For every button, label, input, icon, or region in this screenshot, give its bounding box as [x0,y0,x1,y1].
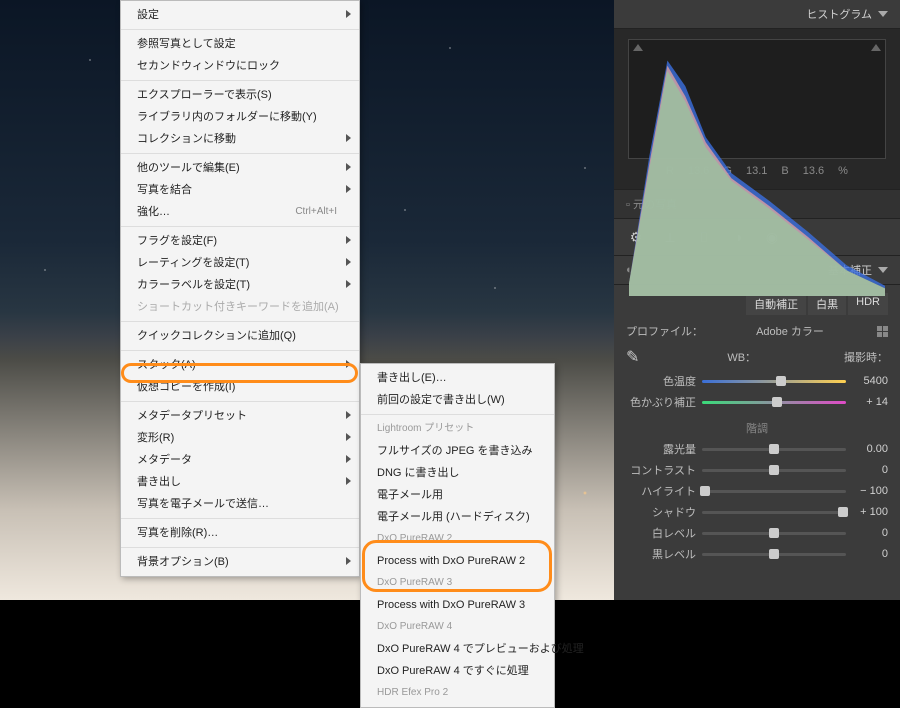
menu-item[interactable]: 写真を結合 [121,179,359,201]
menu-item: DxO PureRAW 2 [361,528,554,550]
histogram-title: ヒストグラム [806,6,872,22]
develop-panel: ヒストグラム R13.6 G13.1 B13.6% ▫ 元の写真 ⚙ ⟂ ⌷ ◑… [614,0,900,600]
menu-item[interactable]: フラグを設定(F) [121,230,359,252]
blacks-label: 黒レベル [626,546,696,562]
menu-item[interactable]: カラーラベルを設定(T) [121,274,359,296]
exposure-slider[interactable] [702,442,846,456]
blacks-value[interactable]: 0 [852,548,888,560]
menu-item[interactable]: 書き出し [121,471,359,493]
menu-item[interactable]: レーティングを設定(T) [121,252,359,274]
menu-item[interactable]: 参照写真として設定 [121,33,359,55]
shadows-value[interactable]: + 100 [852,506,888,518]
shadows-slider[interactable] [702,505,846,519]
tint-slider[interactable] [702,395,846,409]
highlights-slider[interactable] [702,484,846,498]
menu-item[interactable]: メタデータ [121,449,359,471]
blacks-slider[interactable] [702,547,846,561]
menu-item[interactable]: フルサイズの JPEG を書き込み [361,440,554,462]
histogram-section: R13.6 G13.1 B13.6% [614,29,900,189]
eyedropper-icon[interactable]: ✎ [626,347,639,367]
menu-item[interactable]: 写真を電子メールで送信… [121,493,359,515]
export-submenu: 書き出し(E)…前回の設定で書き出し(W) Lightroom プリセットフルサイ… [360,363,555,708]
menu-item[interactable]: エクスプローラーで表示(S) [121,84,359,106]
menu-item[interactable]: DxO PureRAW 4 ですぐに処理 [361,660,554,682]
context-menu: 設定参照写真として設定セカンドウィンドウにロックエクスプローラーで表示(S)ライ… [120,0,360,577]
whites-label: 白レベル [626,525,696,541]
menu-item[interactable]: 他のツールで編集(E) [121,157,359,179]
highlights-value[interactable]: − 100 [852,485,888,497]
whites-value[interactable]: 0 [852,527,888,539]
menu-item: ショートカット付きキーワードを追加(A) [121,296,359,318]
exposure-label: 露光量 [626,441,696,457]
menu-item[interactable]: 変形(R) [121,427,359,449]
menu-item[interactable]: メタデータプリセット [121,405,359,427]
menu-item[interactable]: スタック(A) [121,354,359,376]
bw-button[interactable]: 白黒 [808,293,846,315]
profile-browser-icon[interactable] [877,326,888,337]
whites-slider[interactable] [702,526,846,540]
auto-button[interactable]: 自動補正 [746,293,806,315]
menu-item[interactable]: コレクションに移動 [121,128,359,150]
menu-item[interactable]: 書き出し(E)… [361,367,554,389]
menu-item[interactable]: Process with DxO PureRAW 3 [361,594,554,616]
contrast-slider[interactable] [702,463,846,477]
shadows-label: シャドウ [626,504,696,520]
menu-item[interactable]: DxO PureRAW 4 でプレビューおよび処理 [361,638,554,660]
menu-item[interactable]: 背景オプション(B) [121,551,359,573]
menu-item[interactable]: ライブラリ内のフォルダーに移動(Y) [121,106,359,128]
contrast-label: コントラスト [626,462,696,478]
basic-panel: 自動補正 白黒 HDR プロファイル： Adobe カラー ✎ WB： 撮影時：… [614,285,900,600]
temp-value[interactable]: 5400 [852,375,888,387]
menu-item[interactable]: クイックコレクションに追加(Q) [121,325,359,347]
menu-item: HDR Efex Pro 2 [361,682,554,704]
menu-item[interactable]: 電子メール用 (ハードディスク) [361,506,554,528]
temp-slider[interactable] [702,374,846,388]
tint-value[interactable]: + 14 [852,396,888,408]
wb-label: WB： [727,349,756,365]
tone-header: 階調 [626,420,888,436]
highlights-label: ハイライト [626,483,696,499]
menu-item[interactable]: 前回の設定で書き出し(W) [361,389,554,411]
menu-item[interactable]: 仮想コピーを作成(I) [121,376,359,398]
clip-shadow-icon[interactable] [633,44,643,51]
profile-value[interactable]: Adobe カラー [703,323,877,339]
histogram-header[interactable]: ヒストグラム [614,0,900,29]
wb-value[interactable]: 撮影時： [844,349,888,365]
menu-item[interactable]: 写真を削除(R)… [121,522,359,544]
menu-item[interactable]: セカンドウィンドウにロック [121,55,359,77]
temp-label: 色温度 [626,373,696,389]
hdr-button[interactable]: HDR [848,293,888,315]
exposure-value[interactable]: 0.00 [852,443,888,455]
menu-item: DxO PureRAW 4 [361,616,554,638]
collapse-icon [878,11,888,17]
profile-label: プロファイル： [626,323,703,339]
menu-item: DxO PureRAW 3 [361,572,554,594]
tint-label: 色かぶり補正 [626,394,696,410]
menu-item[interactable]: Process with DxO PureRAW 2 [361,550,554,572]
histogram-chart[interactable] [628,39,886,159]
menu-item: Lightroom プリセット [361,418,554,440]
menu-item[interactable]: DNG に書き出し [361,462,554,484]
clip-highlight-icon[interactable] [871,44,881,51]
menu-item[interactable]: 電子メール用 [361,484,554,506]
menu-item[interactable]: 設定 [121,4,359,26]
menu-item[interactable]: 強化…Ctrl+Alt+I [121,201,359,223]
contrast-value[interactable]: 0 [852,464,888,476]
